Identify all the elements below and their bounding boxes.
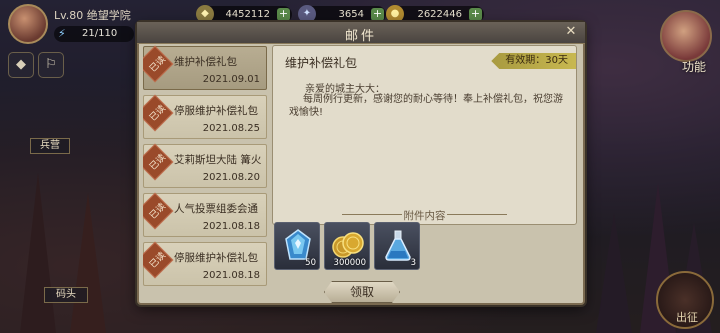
divider (342, 214, 402, 215)
mail-body: 每周例行更新，感谢您的耐心等待！奉上补偿礼包，祝您游戏愉快! (289, 94, 563, 118)
function-label[interactable]: 功能 (682, 58, 706, 75)
attachments-area: 50 300000 3 (272, 222, 577, 274)
gem-icon: ◆ (196, 5, 214, 23)
dock-label[interactable]: 码头 (44, 287, 88, 303)
mail-date: 2021.08.20 (202, 172, 260, 183)
mail-subject: 停服维护补偿礼包 (174, 252, 258, 264)
mail-item[interactable]: 已读 停服维护补偿礼包 2021.08.25 (143, 94, 267, 139)
coin-value: 2622446 (417, 9, 462, 20)
mail-date: 2021.08.18 (202, 270, 260, 281)
attachment-count: 3 (410, 258, 416, 268)
player-avatar[interactable] (8, 4, 48, 44)
add-coin-button[interactable]: + (469, 8, 482, 21)
mail-date: 2021.08.25 (202, 123, 260, 134)
energy-icon: ⚡ (58, 27, 66, 40)
dialog-title: 邮件 (344, 29, 377, 44)
mail-dialog: 邮件 ✕ 已读 维护补偿礼包 2021.09.01 已读 停服维护补偿礼包 20… (137, 22, 585, 305)
energy-value: 21/110 (82, 28, 118, 39)
settings-icon[interactable]: ◆ (8, 52, 34, 78)
add-crystal-button[interactable]: + (371, 8, 384, 21)
level-text: Lv.80 (54, 9, 84, 22)
dialog-title-bar: 邮件 ✕ (137, 22, 585, 44)
crystal-icon: ✦ (298, 5, 316, 23)
mail-subject: 艾莉斯坦大陆 篝火 (174, 154, 262, 166)
mail-item[interactable]: 已读 维护补偿礼包 2021.09.01 (143, 45, 267, 90)
attachments-header: 附件内容 (272, 208, 577, 223)
attachment-count: 50 (305, 258, 316, 268)
attachments-label: 附件内容 (403, 210, 446, 222)
barracks-label[interactable]: 兵营 (30, 138, 70, 154)
resource-crystal: ✦ 3654 + (298, 5, 386, 23)
close-icon[interactable]: ✕ (563, 24, 579, 40)
mail-list[interactable]: 已读 维护补偿礼包 2021.09.01 已读 停服维护补偿礼包 2021.08… (143, 44, 267, 298)
mail-date: 2021.09.01 (202, 74, 260, 85)
mail-subject: 停服维护补偿礼包 (174, 105, 258, 117)
mail-item[interactable]: 已读 停服维护补偿礼包 2021.08.18 (143, 241, 267, 286)
mail-content-panel: 维护补偿礼包 有效期：30天 亲爱的城主大大： 每周例行更新，感谢您的耐心等待！… (272, 45, 577, 225)
map-icon[interactable]: ⚐ (38, 52, 64, 78)
attachment-count: 300000 (333, 258, 366, 268)
mail-item[interactable]: 已读 艾莉斯坦大陆 篝火 2021.08.20 (143, 143, 267, 188)
mail-item[interactable]: 已读 人气投票组委会通 2021.08.18 (143, 192, 267, 237)
claim-button[interactable]: 领取 (324, 281, 400, 303)
divider (447, 214, 507, 215)
coin-icon: ● (386, 5, 404, 23)
player-info[interactable]: Lv.80 绝望学院 ⚡ 21/110 (8, 4, 134, 44)
resource-coin: ● 2622446 + (386, 5, 484, 23)
function-avatar[interactable] (660, 10, 712, 62)
mail-subject: 维护补偿礼包 (174, 56, 237, 68)
go-label[interactable]: 出征 (676, 309, 698, 325)
player-title: 绝望学院 (86, 9, 131, 22)
attachment-item[interactable]: 50 (274, 222, 320, 270)
resource-gem: ◆ 4452112 + (196, 5, 292, 23)
mail-date: 2021.08.18 (202, 221, 260, 232)
attachment-item[interactable]: 300000 (324, 222, 370, 270)
validity-badge: 有效期：30天 (491, 53, 576, 69)
player-level: Lv.80 绝望学院 (54, 7, 131, 23)
attachment-item[interactable]: 3 (374, 222, 420, 270)
mail-subject: 人气投票组委会通 (174, 203, 258, 215)
add-gem-button[interactable]: + (277, 8, 290, 21)
gem-value: 4452112 (225, 9, 270, 20)
mail-title: 维护补偿礼包 (285, 56, 358, 70)
crystal-value: 3654 (338, 9, 364, 20)
